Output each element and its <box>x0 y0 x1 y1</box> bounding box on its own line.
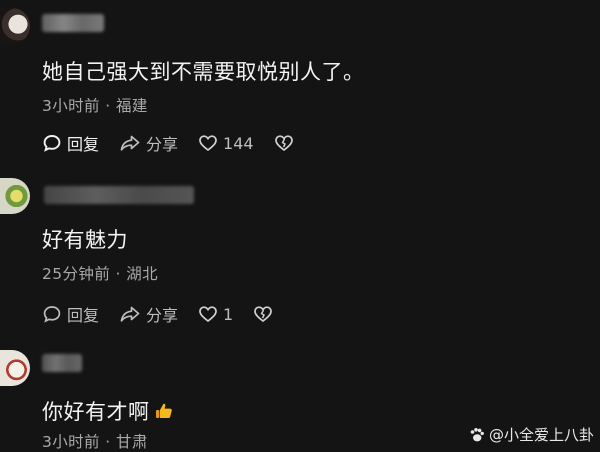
comment-1: 她自己强大到不需要取悦别人了。 3小时前 · 福建 回复 分享 144 <box>0 0 600 160</box>
heart-icon <box>199 135 217 152</box>
watermark: @小全爱上八卦 <box>468 424 594 445</box>
avatar[interactable] <box>0 178 30 214</box>
like-count: 1 <box>223 304 234 324</box>
username-blurred[interactable] <box>42 354 82 372</box>
comment-text: 她自己强大到不需要取悦别人了。 <box>42 60 365 84</box>
username-blurred[interactable] <box>44 186 194 204</box>
dislike-button[interactable] <box>274 134 299 152</box>
comment-text: 好有魅力 <box>42 228 128 252</box>
avatar[interactable] <box>0 8 30 44</box>
share-label: 分享 <box>146 306 179 325</box>
heart-icon <box>199 306 217 323</box>
comment-meta: 3小时前 · 福建 <box>42 97 148 115</box>
like-button[interactable]: 144 <box>198 134 254 153</box>
reply-bubble-icon <box>43 135 61 152</box>
reply-label: 回复 <box>67 306 100 325</box>
comment-actions: 回复 分享 144 <box>42 131 319 155</box>
comment-2: 好有魅力 25分钟前 · 湖北 回复 分享 1 <box>0 172 600 332</box>
watermark-text: @小全爱上八卦 <box>488 426 594 444</box>
reply-bubble-icon <box>43 306 61 323</box>
like-button[interactable]: 1 <box>198 305 233 324</box>
reply-label: 回复 <box>67 135 100 154</box>
reply-button[interactable]: 回复 <box>42 302 99 326</box>
share-label: 分享 <box>146 135 179 154</box>
comment-text: 你好有才啊 <box>42 396 174 426</box>
comment-actions: 回复 分享 1 <box>42 302 298 326</box>
comment-text-content: 你好有才啊 <box>42 400 150 424</box>
dislike-button[interactable] <box>253 305 278 323</box>
share-arrow-icon <box>120 306 140 322</box>
username-blurred[interactable] <box>42 14 104 32</box>
share-button[interactable]: 分享 <box>119 302 178 326</box>
share-button[interactable]: 分享 <box>119 131 178 155</box>
broken-heart-icon <box>274 135 293 152</box>
broken-heart-icon <box>254 306 273 323</box>
comment-meta: 25分钟前 · 湖北 <box>42 265 159 283</box>
like-count: 144 <box>223 133 254 153</box>
reply-button[interactable]: 回复 <box>42 131 99 155</box>
thumbs-up-emoji <box>155 403 172 418</box>
paw-icon <box>470 427 484 441</box>
avatar[interactable] <box>0 350 30 386</box>
comment-meta: 3小时前 · 甘肃 <box>42 433 148 451</box>
share-arrow-icon <box>120 135 140 151</box>
